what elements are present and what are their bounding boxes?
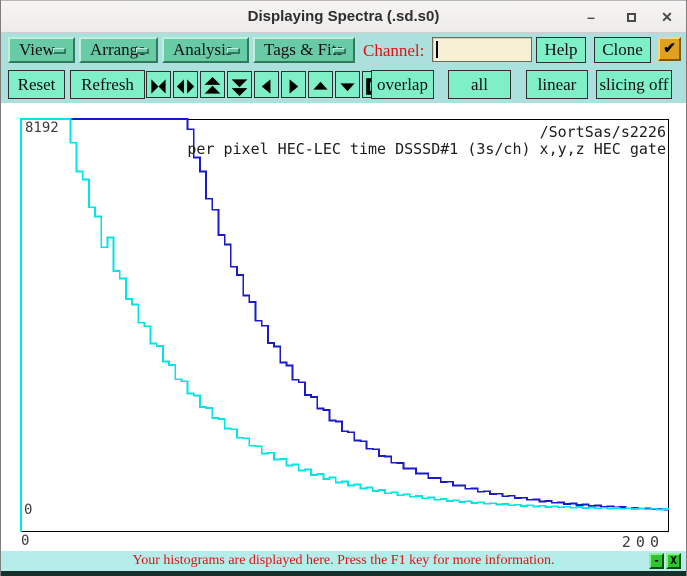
expand-horizontal-icon <box>176 78 195 94</box>
linear-button[interactable]: linear <box>526 70 588 99</box>
all-button[interactable]: all <box>448 70 511 99</box>
app-window: Displaying Spectra (.sd.s0) – ✕ View Arr… <box>0 0 687 576</box>
compress-horizontal-button[interactable] <box>146 71 171 98</box>
plot-frame <box>20 118 670 533</box>
menu-tags-fits[interactable]: Tags & Fits <box>253 37 355 63</box>
compress-horizontal-icon <box>151 78 166 94</box>
channel-label: Channel: <box>363 41 425 60</box>
pan-up-icon <box>313 81 328 90</box>
slicing-button[interactable]: slicing off <box>596 70 672 99</box>
pan-left-icon <box>261 78 271 94</box>
maximize-square-icon <box>626 13 636 22</box>
pan-right-button[interactable] <box>281 71 306 98</box>
option-menu-indicator-icon <box>53 48 66 54</box>
option-menu-indicator-icon <box>136 48 149 54</box>
overlap-button[interactable]: overlap <box>371 70 434 99</box>
expand-vertical-button[interactable] <box>200 71 225 98</box>
pan-down-icon <box>340 82 355 91</box>
spectrum-plot <box>20 118 670 533</box>
pan-right-icon <box>289 78 299 94</box>
maximize-icon[interactable] <box>616 1 646 33</box>
status-bar: Your histograms are displayed here. Pres… <box>1 551 686 571</box>
histogram-curve-hec-gated-spectrum-blue <box>20 118 669 532</box>
compress-vertical-button[interactable] <box>227 71 252 98</box>
status-close-button[interactable]: X <box>666 553 681 569</box>
menu-analysis[interactable]: Analysis <box>162 37 249 63</box>
refresh-button[interactable]: Refresh <box>70 70 145 99</box>
y-axis-min-label: 0 <box>24 502 33 518</box>
titlebar: Displaying Spectra (.sd.s0) – ✕ <box>1 0 686 33</box>
expand-vertical-icon <box>204 76 221 94</box>
compress-vertical-icon <box>231 78 248 96</box>
spectrum-path-label: /SortSas/s2226 <box>539 123 666 141</box>
menu-view[interactable]: View <box>8 37 75 63</box>
expand-horizontal-button[interactable] <box>173 71 198 98</box>
overlay-checkbox[interactable]: ✔ <box>658 37 681 61</box>
menu-arrange[interactable]: Arrange <box>79 37 158 63</box>
histogram-curve-hec-gated-spectrum-cyan <box>20 118 669 532</box>
y-axis-max-label: 8192 <box>25 120 59 136</box>
pan-up-button[interactable] <box>308 71 333 98</box>
spectrum-title-label: per pixel HEC-LEC time DSSSD#1 (3s/ch) x… <box>187 140 666 158</box>
pan-down-button[interactable] <box>335 71 360 98</box>
window-bottom-edge <box>1 571 686 576</box>
pan-left-button[interactable] <box>254 71 279 98</box>
channel-input[interactable] <box>432 37 532 62</box>
minimize-icon[interactable]: – <box>576 1 606 33</box>
close-icon[interactable]: ✕ <box>652 1 682 33</box>
menu-tags-fits-label: Tags & Fits <box>264 40 344 59</box>
text-caret <box>436 41 438 58</box>
option-menu-indicator-icon <box>333 48 346 54</box>
checkmark-icon: ✔ <box>663 40 676 57</box>
x-axis-max-label: 200 <box>621 533 664 551</box>
menu-bar: View Arrange Analysis Tags & Fits Channe… <box>1 33 686 66</box>
clone-button[interactable]: Clone <box>594 37 651 63</box>
option-menu-indicator-icon <box>227 48 240 54</box>
menu-view-label: View <box>19 40 55 59</box>
toolbar: Reset Refresh overlap all linear slicing… <box>1 66 686 103</box>
status-minimize-button[interactable]: - <box>649 553 664 569</box>
x-axis-min-label: 0 <box>21 533 30 549</box>
menu-analysis-label: Analysis <box>173 40 233 59</box>
status-message: Your histograms are displayed here. Pres… <box>132 553 555 568</box>
help-button[interactable]: Help <box>536 37 586 63</box>
spectrum-display-area[interactable]: 8192 /SortSas/s2226 per pixel HEC-LEC ti… <box>1 103 686 551</box>
reset-button[interactable]: Reset <box>8 70 65 99</box>
